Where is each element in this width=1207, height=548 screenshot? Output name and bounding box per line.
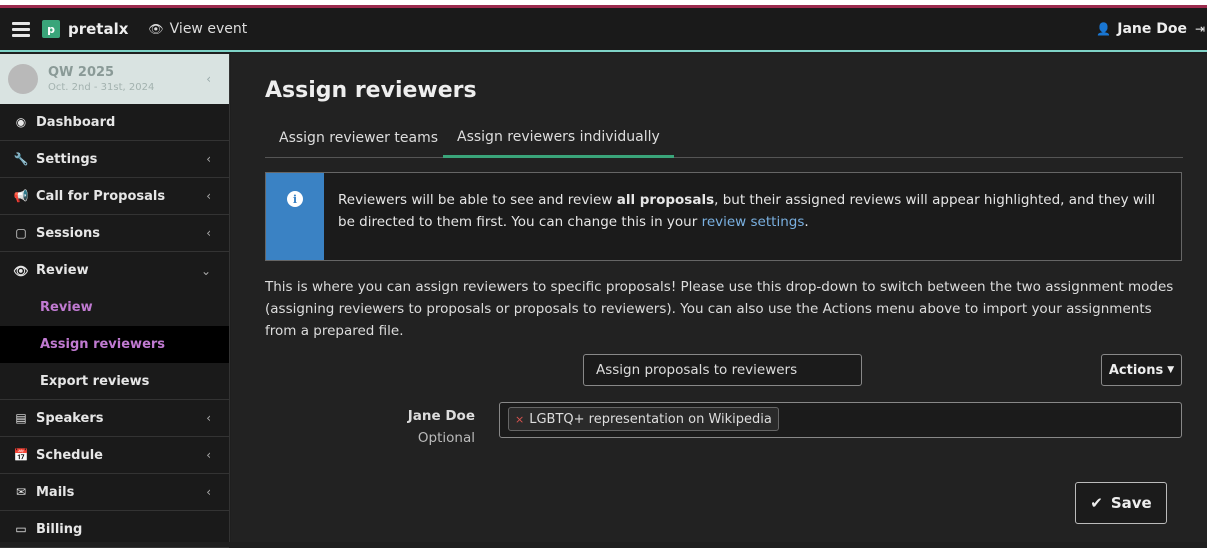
alert-text-part: Reviewers will be able to see and review [338,192,617,208]
info-icon: i [287,191,303,207]
page-title: Assign reviewers [265,78,477,103]
sidebar-subitem-export-reviews[interactable]: Export reviews [0,363,229,400]
user-icon: 👤 [1096,22,1112,36]
save-label: Save [1110,494,1152,512]
sidebar-item-label: Speakers [36,410,104,426]
description-text: This is where you can assign reviewers t… [265,279,1174,339]
tab-assign-reviewers-individually[interactable]: Assign reviewers individually [443,118,674,158]
credit-card-icon: ▭ [15,522,27,536]
pretalx-logo-icon[interactable]: p [42,20,60,38]
sidebar-item-label: Billing [36,521,83,537]
sidebar-item-sessions[interactable]: ▢ Sessions ‹ [0,215,229,252]
proposal-tag-input[interactable]: × LGBTQ+ representation on Wikipedia [499,402,1182,438]
dashboard-icon: ◉ [15,115,27,129]
brand-name[interactable]: pretalx [68,20,128,38]
sidebar-item-label: Call for Proposals [36,188,166,204]
sidebar-item-label: Dashboard [36,114,116,130]
info-alert: i Reviewers will be able to see and revi… [265,172,1182,261]
alert-text-part: . [804,214,809,230]
tab-assign-reviewer-teams[interactable]: Assign reviewer teams [265,118,452,158]
logout-icon[interactable]: ⇥ [1195,22,1205,36]
sidebar-item-review[interactable]: 👁 Review ⌄ [0,252,229,289]
user-name: Jane Doe [1117,21,1187,37]
eye-icon: 👁 [148,22,164,36]
sidebar-item-label: Schedule [36,447,103,463]
top-border [0,0,1207,8]
sidebar-item-label: Review [36,263,89,278]
alert-text-bold: all proposals [616,192,715,208]
user-menu[interactable]: 👤 Jane Doe [1096,21,1187,37]
alert-icon-strip: i [266,173,324,260]
chevron-left-icon: ‹ [206,189,211,203]
reviewer-name: Jane Doe [407,408,475,424]
alert-text: Reviewers will be able to see and review… [338,189,1168,233]
chevron-left-icon: ‹ [206,411,211,425]
sidebar-item-cfp[interactable]: 📢 Call for Proposals ‹ [0,178,229,215]
event-dates: Oct. 2nd - 31st, 2024 [48,82,155,93]
sidebar-item-label: Mails [36,484,75,500]
id-card-icon: ▤ [15,411,27,425]
envelope-icon: ✉ [15,485,27,499]
save-button[interactable]: ✔ Save [1075,482,1167,524]
sticky-note-icon: ▢ [15,226,27,240]
check-icon: ✔ [1090,494,1103,512]
review-settings-link[interactable]: review settings [702,214,805,230]
sidebar-subitem-assign-reviewers[interactable]: Assign reviewers [0,326,229,363]
calendar-icon: 📅 [13,448,29,462]
actions-label: Actions [1108,362,1164,378]
sidebar-item-label: Sessions [36,225,101,241]
menu-toggle-icon[interactable] [12,22,30,37]
eye-icon: 👁 [13,263,29,278]
event-switcher[interactable]: QW 2025 Oct. 2nd - 31st, 2024 ‹ [0,54,229,104]
event-name: QW 2025 [48,65,115,80]
view-event-link[interactable]: 👁 View event [148,21,247,37]
proposal-tag-label: LGBTQ+ representation on Wikipedia [529,411,772,427]
actions-button[interactable]: Actions ▼ [1101,354,1182,386]
sidebar-item-settings[interactable]: 🔧 Settings ‹ [0,141,229,178]
remove-tag-icon[interactable]: × [515,413,524,426]
chevron-left-icon: ‹ [206,72,211,86]
chevron-down-icon: ⌄ [200,263,211,278]
chevron-left-icon: ‹ [206,448,211,462]
top-navbar: p pretalx 👁 View event 👤 Jane Doe ⇥ [0,8,1207,52]
chevron-left-icon: ‹ [206,152,211,166]
sidebar-subitem-review[interactable]: Review [0,289,229,326]
sidebar: QW 2025 Oct. 2nd - 31st, 2024 ‹ ◉ Dashbo… [0,54,230,548]
sidebar-item-dashboard[interactable]: ◉ Dashboard [0,104,229,141]
chevron-left-icon: ‹ [206,485,211,499]
reviewer-optional-label: Optional [417,430,475,446]
chevron-left-icon: ‹ [206,226,211,240]
proposal-tag: × LGBTQ+ representation on Wikipedia [508,407,779,431]
bullhorn-icon: 📢 [13,189,29,203]
tab-bar: Assign reviewer teams Assign reviewers i… [265,118,1183,158]
caret-down-icon: ▼ [1167,365,1175,375]
main-content: Assign reviewers Assign reviewer teams A… [231,54,1207,542]
sidebar-item-billing[interactable]: ▭ Billing [0,511,229,548]
sidebar-item-label: Settings [36,151,98,167]
wrench-icon: 🔧 [13,152,29,166]
assignment-mode-select[interactable]: Assign proposals to reviewers [583,354,862,386]
sidebar-item-mails[interactable]: ✉ Mails ‹ [0,474,229,511]
event-avatar [8,64,38,94]
sidebar-item-speakers[interactable]: ▤ Speakers ‹ [0,400,229,437]
sidebar-item-schedule[interactable]: 📅 Schedule ‹ [0,437,229,474]
view-event-label: View event [169,21,248,37]
